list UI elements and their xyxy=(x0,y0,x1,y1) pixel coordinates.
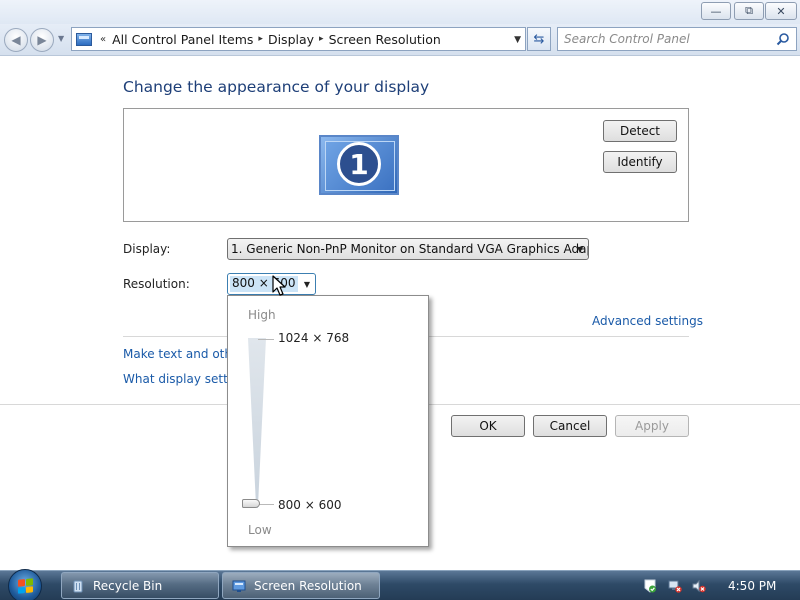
recycle-bin-icon xyxy=(73,580,83,592)
search-box[interactable] xyxy=(557,27,797,51)
taskbar-item-label: Recycle Bin xyxy=(93,578,163,593)
close-button[interactable]: ✕ xyxy=(765,2,797,20)
taskbar: Recycle Bin Screen Resolution 4:50 PM xyxy=(0,569,800,600)
maximize-button[interactable]: ⧉ xyxy=(734,2,764,20)
taskbar-item-screen-resolution[interactable]: Screen Resolution xyxy=(222,572,380,599)
restore-icon: ⧉ xyxy=(745,4,753,17)
breadcrumb-screen-resolution[interactable]: Screen Resolution xyxy=(329,32,441,47)
display-label: Display: xyxy=(123,242,171,256)
slider-tick xyxy=(258,504,274,505)
address-dropdown-icon[interactable]: ▼ xyxy=(514,35,521,45)
navigation-bar: ◀ ▶ ▼ « All Control Panel Items ▸ Displa… xyxy=(0,24,800,56)
forward-button[interactable]: ▶ xyxy=(30,28,54,52)
start-button[interactable] xyxy=(8,569,42,600)
resolution-option[interactable]: 800 × 600 xyxy=(278,498,342,512)
taskbar-clock[interactable]: 4:50 PM xyxy=(728,579,776,593)
back-arrow-icon: ◀ xyxy=(11,33,21,47)
close-icon: ✕ xyxy=(776,4,786,18)
resolution-option[interactable]: 1024 × 768 xyxy=(278,331,349,345)
recent-pages-dropdown-icon[interactable]: ▼ xyxy=(58,34,64,43)
display-select[interactable]: 1. Generic Non-PnP Monitor on Standard V… xyxy=(227,238,589,260)
taskbar-item-recycle-bin[interactable]: Recycle Bin xyxy=(61,572,219,599)
display-select-value: 1. Generic Non-PnP Monitor on Standard V… xyxy=(231,242,589,256)
title-bar: — ⧉ ✕ xyxy=(0,0,800,24)
breadcrumb-overflow-icon[interactable]: « xyxy=(100,34,106,45)
breadcrumb-separator-icon[interactable]: ▸ xyxy=(319,34,324,44)
monitor-number-badge: 1 xyxy=(337,142,381,186)
resolution-slider-thumb[interactable] xyxy=(242,499,260,508)
ok-button[interactable]: OK xyxy=(451,415,525,437)
control-panel-icon xyxy=(232,580,246,592)
volume-muted-icon[interactable] xyxy=(692,579,706,593)
forward-arrow-icon: ▶ xyxy=(37,33,47,47)
minimize-button[interactable]: — xyxy=(701,2,731,20)
breadcrumb-separator-icon[interactable]: ▸ xyxy=(258,34,263,44)
address-bar[interactable]: « All Control Panel Items ▸ Display ▸ Sc… xyxy=(71,27,526,51)
windows-logo-icon xyxy=(18,578,33,594)
refresh-icon: ⇆ xyxy=(533,31,545,47)
high-label: High xyxy=(248,308,276,322)
taskbar-item-label: Screen Resolution xyxy=(254,578,362,593)
mouse-cursor-icon xyxy=(272,275,286,296)
slider-tick xyxy=(258,339,274,340)
chevron-down-icon: ▼ xyxy=(576,245,583,254)
monitor-1-icon[interactable]: 1 xyxy=(319,135,399,195)
cancel-button[interactable]: Cancel xyxy=(533,415,607,437)
search-icon[interactable] xyxy=(776,32,790,46)
apply-button[interactable]: Apply xyxy=(615,415,689,437)
detect-button[interactable]: Detect xyxy=(603,120,677,142)
low-label: Low xyxy=(248,523,272,537)
page-title: Change the appearance of your display xyxy=(123,78,430,96)
resolution-slider-track[interactable] xyxy=(248,338,266,508)
minimize-icon: — xyxy=(710,4,722,18)
back-button[interactable]: ◀ xyxy=(4,28,28,52)
control-panel-icon xyxy=(76,32,92,46)
search-input[interactable] xyxy=(564,31,764,47)
advanced-settings-link[interactable]: Advanced settings xyxy=(592,314,703,328)
breadcrumb-all-control-panel-items[interactable]: All Control Panel Items xyxy=(112,32,253,47)
action-center-icon[interactable] xyxy=(643,579,657,593)
breadcrumb-display[interactable]: Display xyxy=(268,32,314,47)
resolution-label: Resolution: xyxy=(123,277,190,291)
identify-button[interactable]: Identify xyxy=(603,151,677,173)
resolution-dropdown-popup: High 1024 × 768 800 × 600 Low xyxy=(227,295,429,547)
refresh-button[interactable]: ⇆ xyxy=(527,27,551,51)
chevron-down-icon: ▼ xyxy=(303,280,310,289)
network-icon[interactable] xyxy=(668,579,682,593)
